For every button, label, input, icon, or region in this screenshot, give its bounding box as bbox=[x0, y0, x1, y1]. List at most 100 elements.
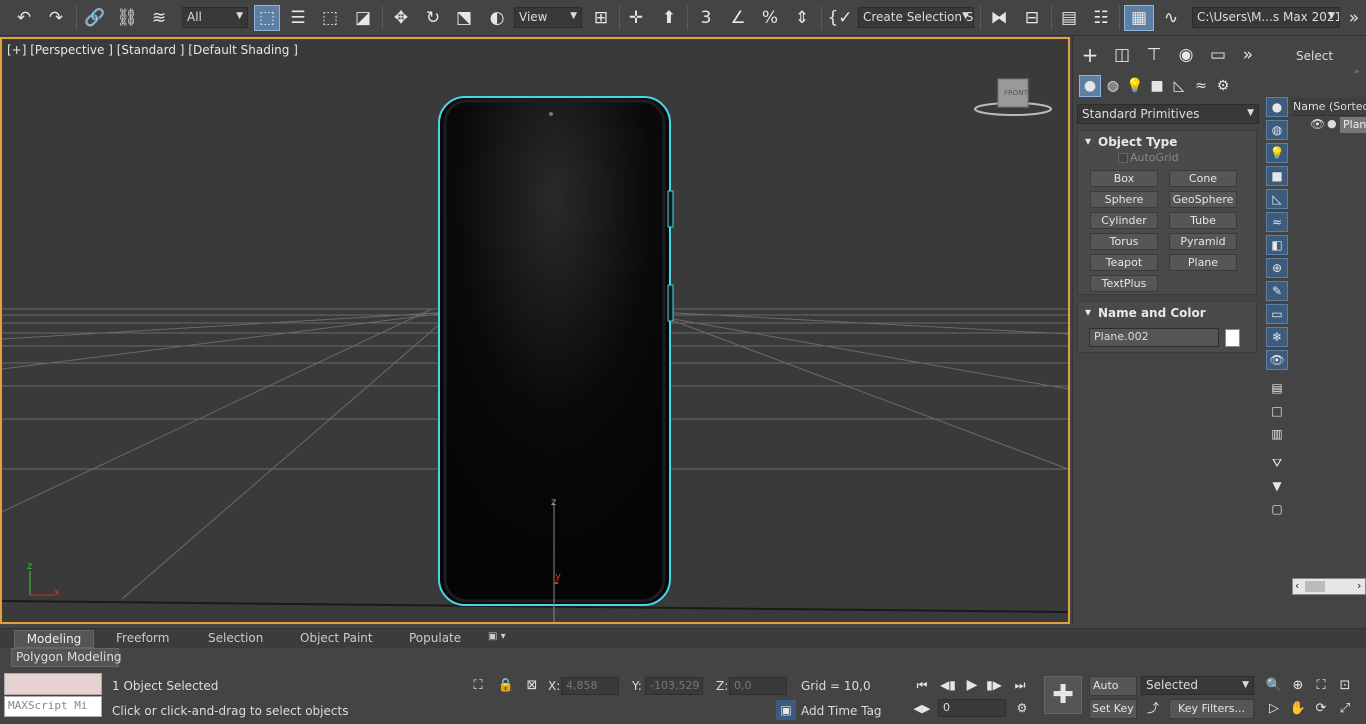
overflow-chevron-icon[interactable]: » bbox=[1344, 5, 1364, 31]
overflow-chevron-icon[interactable]: » bbox=[1354, 67, 1360, 77]
default-tangents-icon[interactable]: ⤴ bbox=[1141, 698, 1165, 718]
next-frame-icon[interactable]: ▮▶ bbox=[984, 675, 1004, 695]
invert-display-icon[interactable]: ▥ bbox=[1266, 424, 1288, 444]
display-lights-icon[interactable]: 💡 bbox=[1266, 143, 1288, 163]
maxscript-listener-input[interactable] bbox=[4, 673, 102, 695]
cameras-icon[interactable]: ■ bbox=[1147, 75, 1167, 97]
geometry-icon[interactable]: ● bbox=[1079, 75, 1101, 97]
cylinder-button[interactable]: Cylinder bbox=[1090, 212, 1158, 229]
viewcube-front-label[interactable]: FRONT bbox=[1004, 89, 1028, 97]
systems-icon[interactable]: ⚙ bbox=[1213, 75, 1233, 97]
current-frame-input[interactable]: 0 bbox=[938, 699, 1006, 717]
zoom-all-icon[interactable]: ⊕ bbox=[1288, 675, 1308, 695]
folder-icon[interactable]: ▢ bbox=[1266, 499, 1288, 519]
plane-button[interactable]: Plane bbox=[1169, 254, 1237, 271]
tab-freeform[interactable]: Freeform bbox=[108, 630, 177, 648]
percent-snap-icon[interactable]: % bbox=[757, 5, 783, 31]
set-key-big-icon[interactable]: ✚ bbox=[1044, 676, 1082, 714]
move-icon[interactable]: ✥ bbox=[388, 5, 414, 31]
selection-filter-select[interactable]: All ▼ bbox=[182, 7, 248, 28]
play-icon[interactable]: ▶ bbox=[962, 675, 982, 695]
previous-frame-icon[interactable]: ◀▮ bbox=[938, 675, 958, 695]
cone-button[interactable]: Cone bbox=[1169, 170, 1237, 187]
scroll-left-icon[interactable]: ‹ bbox=[1295, 579, 1299, 592]
curve-editor-icon[interactable]: ∿ bbox=[1157, 5, 1185, 31]
polygon-modeling-panel[interactable]: Polygon Modeling bbox=[11, 648, 122, 667]
y-coordinate-input[interactable]: -103,529 bbox=[645, 677, 703, 695]
rectangular-region-icon[interactable]: ⬚ bbox=[316, 5, 344, 31]
bind-spacewarp-icon[interactable]: ≋ bbox=[146, 5, 172, 31]
explorer-horizontal-scrollbar[interactable]: ‹ › bbox=[1292, 578, 1366, 595]
select-manipulate-icon[interactable]: ✛ bbox=[623, 5, 649, 31]
modify-tab-icon[interactable]: ◫ bbox=[1109, 42, 1135, 68]
edit-named-selection-icon[interactable]: {✓ bbox=[826, 5, 854, 31]
geosphere-button[interactable]: GeoSphere bbox=[1169, 191, 1237, 208]
scale-icon[interactable]: ⬔ bbox=[451, 5, 477, 31]
scroll-thumb[interactable] bbox=[1305, 581, 1325, 592]
create-tab-icon[interactable]: + bbox=[1077, 42, 1103, 68]
display-hidden-icon[interactable]: 👁 bbox=[1266, 350, 1288, 370]
select-object-icon[interactable]: ⬚ bbox=[254, 5, 280, 31]
field-of-view-icon[interactable]: ▷ bbox=[1264, 698, 1284, 718]
redo-icon[interactable]: ↷ bbox=[42, 5, 70, 31]
hierarchy-tab-icon[interactable]: ⊤ bbox=[1141, 42, 1167, 68]
toggle-ribbon-icon[interactable]: ▦ bbox=[1124, 5, 1154, 31]
key-mode-toggle-icon[interactable]: ◀▶ bbox=[912, 698, 932, 718]
filter-selected-icon[interactable]: ⛛ bbox=[1266, 453, 1288, 473]
x-coordinate-input[interactable]: 4,858 bbox=[561, 677, 619, 695]
set-key-button[interactable]: Set Key bbox=[1089, 699, 1137, 719]
time-configuration-icon[interactable]: ⚙ bbox=[1012, 698, 1032, 718]
z-coordinate-input[interactable]: 0,0 bbox=[729, 677, 787, 695]
display-groups-icon[interactable]: ◧ bbox=[1266, 235, 1288, 255]
pyramid-button[interactable]: Pyramid bbox=[1169, 233, 1237, 250]
filter-icon[interactable]: ▼ bbox=[1266, 476, 1288, 496]
window-crossing-icon[interactable]: ◪ bbox=[350, 5, 376, 31]
toggle-scene-explorer-icon[interactable]: ▤ bbox=[1056, 5, 1082, 31]
align-icon[interactable]: ⊟ bbox=[1018, 5, 1046, 31]
scene-item-plane[interactable]: Plan bbox=[1340, 117, 1366, 133]
rotate-icon[interactable]: ↻ bbox=[420, 5, 446, 31]
link-icon[interactable]: 🔗 bbox=[82, 5, 108, 31]
auto-key-button[interactable]: Auto K... bbox=[1089, 676, 1137, 710]
time-tag-icon[interactable]: ▣ bbox=[776, 700, 796, 720]
named-selection-set-select[interactable]: Create Selection Se ▼ bbox=[858, 7, 974, 28]
go-to-end-icon[interactable]: ⏭ bbox=[1010, 675, 1030, 695]
keyboard-shortcut-icon[interactable]: ⬆ bbox=[656, 5, 682, 31]
explorer-column-header[interactable]: Name (Sorted A bbox=[1291, 98, 1366, 116]
placement-icon[interactable]: ◐ bbox=[483, 5, 511, 31]
display-spacewarps-icon[interactable]: ≈ bbox=[1266, 212, 1288, 232]
isolate-selection-icon[interactable]: ⛶ bbox=[468, 675, 488, 695]
zoom-extents-all-icon[interactable]: ⊡ bbox=[1335, 675, 1355, 695]
display-cameras-icon[interactable]: ■ bbox=[1266, 166, 1288, 186]
scroll-right-icon[interactable]: › bbox=[1357, 579, 1361, 592]
pan-view-icon[interactable]: ✋ bbox=[1288, 698, 1308, 718]
autogrid-checkbox[interactable] bbox=[1118, 153, 1128, 163]
absolute-mode-icon[interactable]: ⊠ bbox=[522, 675, 542, 695]
display-containers-icon[interactable]: ▭ bbox=[1266, 304, 1288, 324]
render-dot-icon[interactable]: ● bbox=[1327, 117, 1337, 130]
name-and-color-header[interactable]: Name and Color bbox=[1078, 302, 1256, 324]
display-xrefs-icon[interactable]: ⊕ bbox=[1266, 258, 1288, 278]
angle-snap-icon[interactable]: ∠ bbox=[725, 5, 751, 31]
helpers-icon[interactable]: ◺ bbox=[1169, 75, 1189, 97]
add-time-tag-label[interactable]: Add Time Tag bbox=[801, 704, 882, 718]
key-filters-button[interactable]: Key Filters... bbox=[1169, 699, 1254, 719]
primitive-category-select[interactable]: Standard Primitives ▼ bbox=[1077, 104, 1259, 124]
tab-populate[interactable]: Populate bbox=[401, 630, 469, 648]
selection-lock-icon[interactable]: 🔒 bbox=[496, 675, 516, 695]
unlink-icon[interactable]: ⛓ bbox=[114, 5, 140, 31]
display-helpers-icon[interactable]: ◺ bbox=[1266, 189, 1288, 209]
mirror-icon[interactable]: ⧓ bbox=[985, 5, 1013, 31]
select-menu-label[interactable]: Select bbox=[1296, 49, 1333, 63]
tab-object-paint[interactable]: Object Paint bbox=[292, 630, 381, 648]
ribbon-options-icon[interactable]: ▣ ▾ bbox=[480, 630, 514, 648]
visibility-eye-icon[interactable]: 👁 bbox=[1310, 117, 1325, 131]
torus-button[interactable]: Torus bbox=[1090, 233, 1158, 250]
maxscript-mini-input[interactable]: MAXScript Mi bbox=[4, 696, 102, 717]
undo-icon[interactable]: ↶ bbox=[10, 5, 38, 31]
display-all-icon[interactable]: ▤ bbox=[1266, 378, 1288, 398]
perspective-viewport[interactable]: [+] [Perspective ] [Standard ] [Default … bbox=[0, 37, 1070, 624]
zoom-extents-icon[interactable]: ⛶ bbox=[1311, 675, 1331, 695]
display-tab-icon[interactable]: ▭ bbox=[1205, 42, 1231, 68]
box-button[interactable]: Box bbox=[1090, 170, 1158, 187]
